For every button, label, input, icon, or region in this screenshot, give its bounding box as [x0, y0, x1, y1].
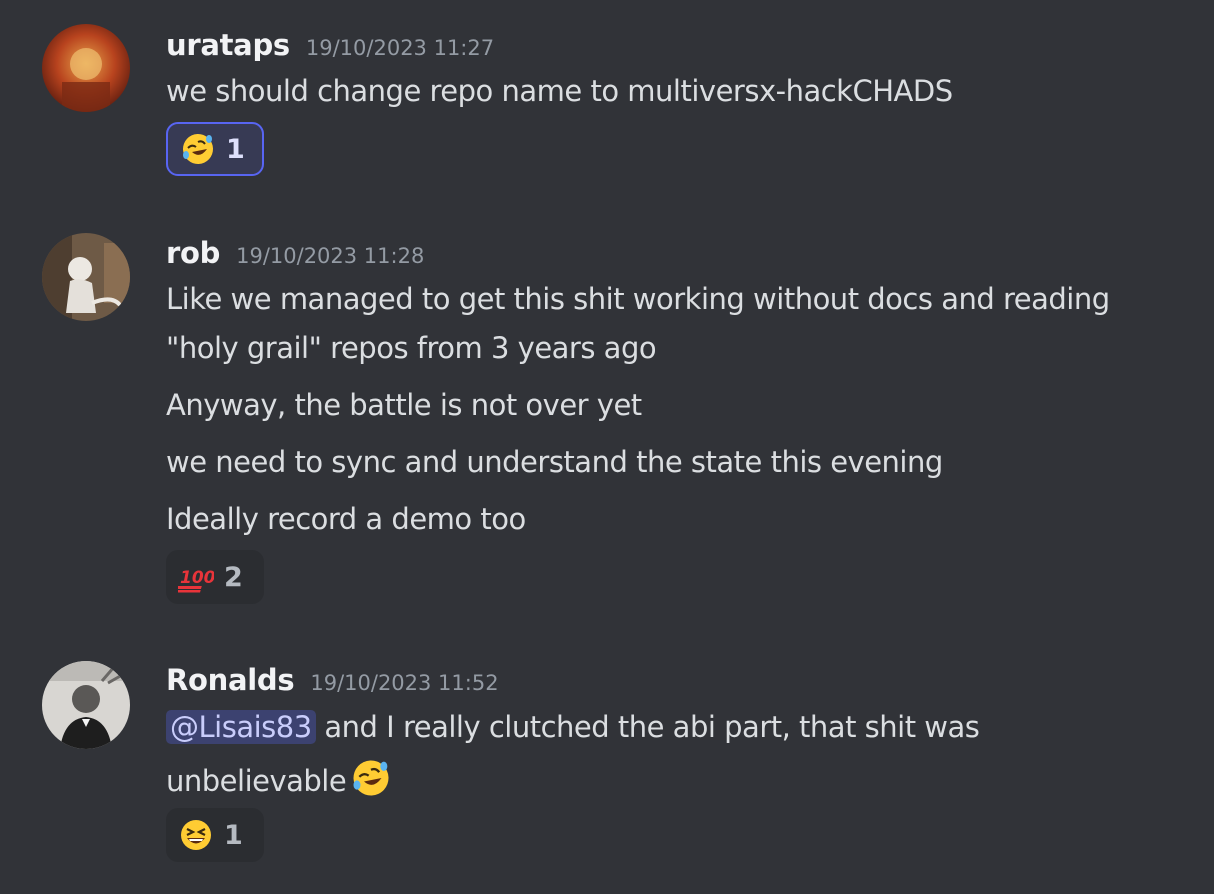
avatar[interactable] — [42, 661, 130, 749]
message-text: Like we managed to get this shit working… — [166, 282, 1110, 316]
reaction-button[interactable]: 1 — [166, 122, 264, 176]
chat-messages: urataps 19/10/2023 11:27 we should chang… — [0, 0, 1214, 894]
reaction-count: 1 — [226, 133, 245, 165]
grinning-squinting-face-icon — [181, 820, 211, 850]
username[interactable]: urataps — [166, 28, 290, 62]
timestamp: 19/10/2023 11:27 — [305, 36, 495, 60]
message-text-line: @Lisais83 and I really clutched the abi … — [166, 710, 980, 744]
timestamp: 19/10/2023 11:28 — [236, 244, 425, 268]
message-text: we should change repo name to multiversx… — [166, 74, 953, 108]
message-text: Ideally record a demo too — [166, 502, 526, 536]
svg-text:100: 100 — [180, 568, 214, 588]
message-text: "holy grail" repos from 3 years ago — [166, 331, 657, 365]
timestamp: 19/10/2023 11:52 — [310, 671, 499, 695]
reaction-button[interactable]: 1 — [166, 808, 264, 862]
reaction-count: 1 — [224, 819, 243, 851]
message-text: unbelievable — [166, 764, 347, 798]
message-text: Anyway, the battle is not over yet — [166, 388, 642, 422]
username[interactable]: rob — [166, 236, 220, 270]
message-text: we need to sync and understand the state… — [166, 445, 943, 479]
reaction-button[interactable]: 100 2 — [166, 550, 264, 604]
message-text: and I really clutched the abi part, that… — [324, 710, 980, 744]
message-text-line: unbelievable — [166, 757, 392, 799]
rolling-on-floor-laughing-icon — [353, 760, 389, 796]
avatar[interactable] — [42, 24, 130, 112]
hundred-points-icon: 100 — [178, 568, 214, 593]
username[interactable]: Ronalds — [166, 663, 295, 697]
reaction-count: 2 — [224, 561, 243, 593]
rolling-on-floor-laughing-icon — [183, 134, 213, 164]
avatar[interactable] — [42, 233, 130, 321]
user-mention[interactable]: @Lisais83 — [166, 710, 316, 744]
